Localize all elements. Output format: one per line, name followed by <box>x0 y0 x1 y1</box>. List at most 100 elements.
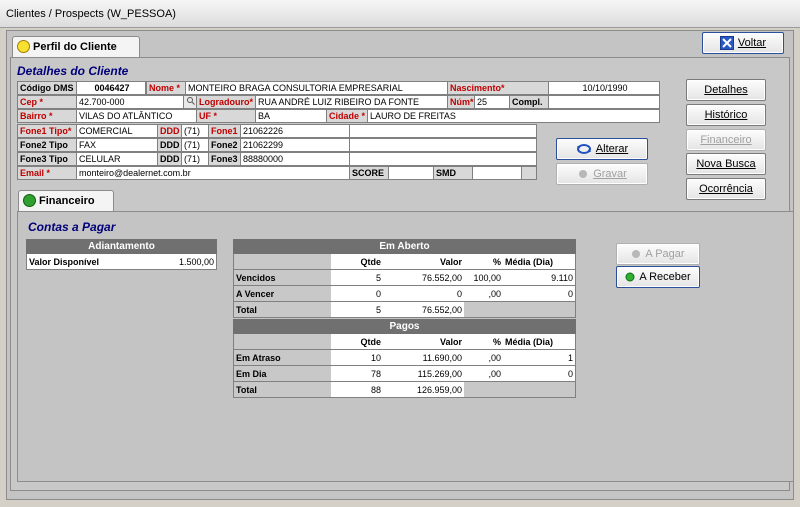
cidade-field[interactable]: LAURO DE FREITAS <box>367 109 660 123</box>
em-aberto-col-valor: Valor <box>383 254 465 270</box>
cep-search-button[interactable] <box>183 95 197 109</box>
table-cell-empty <box>464 302 576 318</box>
fone1-tipo-field[interactable]: COMERCIAL <box>76 124 158 138</box>
tab-financeiro[interactable]: Financeiro <box>18 190 114 212</box>
table-cell: 5 <box>331 302 384 318</box>
codigo-label: Código DMS <box>17 81 77 95</box>
fone3-tipo-label: Fone3 Tipo <box>17 152 77 166</box>
cep-field[interactable]: 42.700-000 <box>76 95 184 109</box>
fone3-label: Fone3 <box>208 152 241 166</box>
table-cell: 5 <box>331 270 384 286</box>
a-pagar-button[interactable]: A Pagar <box>616 243 700 265</box>
tab-perfil-label: Perfil do Cliente <box>33 41 117 53</box>
money-bag-icon <box>23 194 36 207</box>
table-cell: 78 <box>331 366 384 382</box>
codigo-field[interactable]: 0046427 <box>76 81 146 95</box>
close-icon <box>719 36 734 51</box>
nascimento-field[interactable]: 10/10/1990 <box>548 81 660 95</box>
email-label: Email * <box>17 166 77 180</box>
complemento-field[interactable] <box>548 95 660 109</box>
bairro-label: Bairro * <box>17 109 77 123</box>
table-cell-empty <box>464 382 576 398</box>
fone2-label: Fone2 <box>208 138 241 152</box>
fone2-tipo-label: Fone2 Tipo <box>17 138 77 152</box>
historico-button[interactable]: Histórico <box>686 104 766 126</box>
save-icon <box>579 170 588 179</box>
pagos-corner <box>233 334 332 350</box>
fone2-tipo-field[interactable]: FAX <box>76 138 158 152</box>
numero-field[interactable]: 25 <box>474 95 510 109</box>
table-cell: 88 <box>331 382 384 398</box>
table-cell: ,00 <box>464 350 504 366</box>
pagos-col-pct: % <box>464 334 504 350</box>
table-row-label: A Vencer <box>233 286 332 302</box>
fone3-extra-field[interactable] <box>349 152 537 166</box>
table-row-label: Total <box>233 382 332 398</box>
em-aberto-corner <box>233 254 332 270</box>
ddd3-field[interactable]: (71) <box>181 152 209 166</box>
smd-label: SMD <box>433 166 473 180</box>
contas-title: Contas a Pagar <box>28 220 116 234</box>
table-cell: 126.959,00 <box>383 382 465 398</box>
fone1-extra-field[interactable] <box>349 124 537 138</box>
green-circle-icon <box>625 272 635 282</box>
uf-field[interactable]: BA <box>255 109 327 123</box>
table-row-label: Vencidos <box>233 270 332 286</box>
fone1-field[interactable]: 21062226 <box>240 124 350 138</box>
refresh-icon <box>576 144 591 155</box>
table-cell: 0 <box>383 286 465 302</box>
cep-label: Cep * <box>17 95 77 109</box>
smd-box <box>521 166 537 180</box>
pagos-col-qtde: Qtde <box>331 334 384 350</box>
tab-perfil-cliente[interactable]: Perfil do Cliente <box>12 36 140 58</box>
ddd2-field[interactable]: (71) <box>181 138 209 152</box>
ddd1-field[interactable]: (71) <box>181 124 209 138</box>
ddd1-label: DDD <box>157 124 182 138</box>
nova-busca-button[interactable]: Nova Busca <box>686 153 766 175</box>
window-title: Clientes / Prospects (W_PESSOA) <box>0 0 800 28</box>
table-cell: 76.552,00 <box>383 270 465 286</box>
email-field[interactable]: monteiro@dealernet.com.br <box>76 166 350 180</box>
tab-financeiro-label: Financeiro <box>39 195 95 207</box>
table-cell: 11.690,00 <box>383 350 465 366</box>
ocorrencia-button[interactable]: Ocorrência <box>686 178 766 200</box>
detalhes-button[interactable]: Detalhes <box>686 79 766 101</box>
em-aberto-col-media: Média (Dia) <box>503 254 576 270</box>
pagos-col-valor: Valor <box>383 334 465 350</box>
bairro-field[interactable]: VILAS DO ATLÂNTICO <box>76 109 197 123</box>
complemento-label: Compl. <box>509 95 549 109</box>
fone3-field[interactable]: 88880000 <box>240 152 350 166</box>
table-row-label: Em Atraso <box>233 350 332 366</box>
score-field[interactable] <box>388 166 434 180</box>
ddd2-label: DDD <box>157 138 182 152</box>
table-cell: ,00 <box>464 286 504 302</box>
financeiro-button[interactable]: Financeiro <box>686 129 766 151</box>
circle-icon <box>632 250 641 259</box>
a-receber-button[interactable]: A Receber <box>616 266 700 288</box>
em-aberto-header: Em Aberto <box>233 239 576 254</box>
smd-field[interactable] <box>472 166 522 180</box>
nome-field[interactable]: MONTEIRO BRAGA CONSULTORIA EMPRESARIAL <box>185 81 448 95</box>
table-cell: 9.110 <box>503 270 576 286</box>
gravar-button[interactable]: Gravar <box>556 163 648 185</box>
table-cell: 100,00 <box>464 270 504 286</box>
valor-disponivel-label: Valor Disponível <box>26 254 135 270</box>
valor-disponivel-value: 1.500,00 <box>134 254 217 270</box>
voltar-button[interactable]: Voltar <box>702 32 784 54</box>
alterar-button[interactable]: Alterar <box>556 138 648 160</box>
fone2-extra-field[interactable] <box>349 138 537 152</box>
detalhes-title: Detalhes do Cliente <box>17 64 129 78</box>
score-label: SCORE <box>349 166 389 180</box>
ddd3-label: DDD <box>157 152 182 166</box>
table-cell: 0 <box>503 366 576 382</box>
pagos-header: Pagos <box>233 319 576 334</box>
pagos-col-media: Média (Dia) <box>503 334 576 350</box>
search-icon <box>187 97 195 105</box>
table-cell: ,00 <box>464 366 504 382</box>
fone2-field[interactable]: 21062299 <box>240 138 350 152</box>
table-cell: 10 <box>331 350 384 366</box>
adiantamento-header: Adiantamento <box>26 239 217 254</box>
fone1-tipo-label: Fone1 Tipo* <box>17 124 77 138</box>
fone3-tipo-field[interactable]: CELULAR <box>76 152 158 166</box>
logradouro-field[interactable]: RUA ANDRÉ LUIZ RIBEIRO DA FONTE <box>255 95 448 109</box>
